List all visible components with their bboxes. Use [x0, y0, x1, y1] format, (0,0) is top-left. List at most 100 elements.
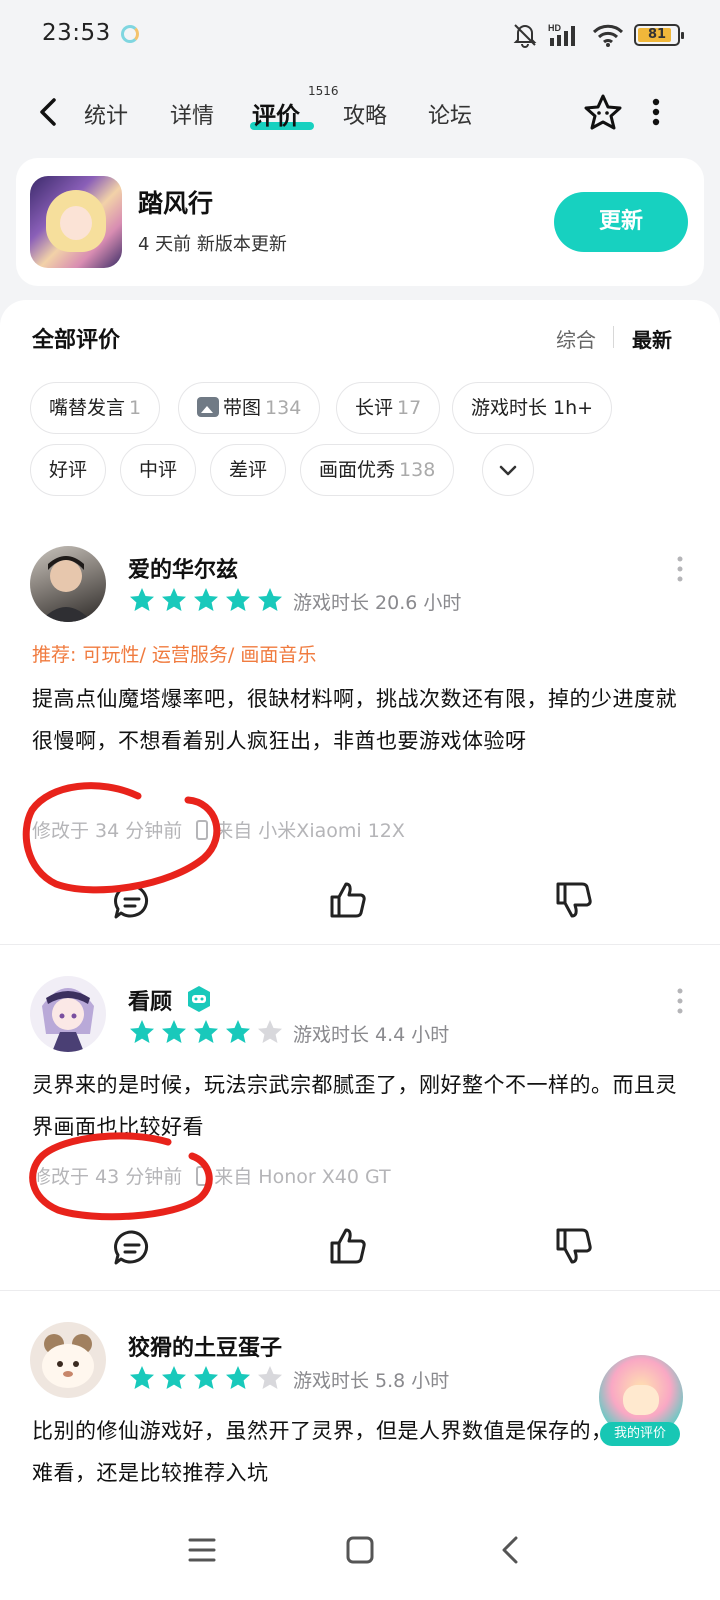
star-icon: [258, 1366, 282, 1389]
recommend-tags: 推荐: 可玩性/ 运营服务/ 画面音乐: [32, 644, 317, 666]
review-text[interactable]: 比别的修仙游戏好，虽然开了灵界，但是人界数值是保存的，吃相不难看，还是比较推荐入…: [32, 1410, 692, 1494]
filter-chip-playtime[interactable]: 游戏时长 1h+: [452, 382, 613, 434]
review-author[interactable]: 爱的华尔兹: [128, 552, 238, 584]
avatar[interactable]: [30, 546, 106, 622]
more-vertical-icon[interactable]: [648, 96, 664, 128]
app-update-info: 4 天前 新版本更新: [138, 234, 287, 255]
star-icon: [226, 588, 250, 611]
game-badge-icon: [188, 986, 210, 1012]
chip-label: 中评: [139, 459, 178, 481]
tab-stats[interactable]: 统计: [84, 98, 128, 130]
chip-count: 17: [397, 397, 422, 419]
chip-label: 好评: [49, 459, 88, 481]
chip-label: 差评: [229, 459, 268, 481]
filter-chip-graphics[interactable]: 画面优秀 138: [300, 444, 455, 496]
thumb-up-icon[interactable]: [328, 1226, 368, 1266]
phone-icon: [196, 820, 209, 840]
status-time: 23:53: [42, 20, 111, 46]
wifi-icon: [592, 24, 624, 47]
star-icon: [162, 1020, 186, 1043]
favorite-star-icon[interactable]: [582, 92, 624, 134]
star-icon: [162, 588, 186, 611]
thumb-down-icon[interactable]: [554, 880, 594, 920]
avatar-image: [42, 1334, 94, 1388]
tab-guides[interactable]: 攻略: [343, 98, 387, 130]
expand-filters-button[interactable]: [482, 444, 534, 496]
star-icon: [130, 1020, 154, 1043]
back-nav-icon[interactable]: [492, 1530, 532, 1570]
star-icon: [226, 1020, 250, 1043]
play-time: 游戏时长 5.8 小时: [293, 1370, 450, 1392]
thumb-down-icon[interactable]: [554, 1226, 594, 1266]
filter-chip-highlight[interactable]: 嘴替发言 1: [30, 382, 161, 434]
chip-count: 1: [129, 397, 142, 419]
filter-chip-with-images[interactable]: 带图 134: [178, 382, 321, 434]
app-card: 踏风行 4 天前 新版本更新 更新: [16, 158, 704, 286]
chip-count: 138: [399, 459, 436, 481]
home-icon[interactable]: [340, 1530, 380, 1570]
back-icon[interactable]: [32, 94, 68, 130]
star-rating: [128, 1364, 284, 1392]
tab-forum[interactable]: 论坛: [428, 98, 472, 130]
reviews-title: 全部评价: [32, 328, 121, 353]
review-text[interactable]: 灵界来的是时候，玩法宗武宗都腻歪了，刚好整个不一样的。而且灵界画面也比较好看: [32, 1064, 692, 1148]
star-rating: [128, 1018, 284, 1046]
chip-label: 长评: [355, 397, 394, 419]
network-label: HD: [548, 23, 561, 33]
device-info: 来自 小米Xiaomi 12X: [214, 820, 405, 842]
chip-label: 嘴替发言: [49, 397, 126, 419]
avatar[interactable]: [30, 1322, 106, 1398]
image-icon: [197, 397, 219, 417]
fab-mascot: [623, 1385, 659, 1415]
mute-bell-icon: [513, 24, 537, 48]
phone-icon: [196, 1166, 209, 1186]
comment-icon[interactable]: [112, 882, 152, 922]
star-icon: [258, 1020, 282, 1043]
tab-reviews[interactable]: 评价: [252, 96, 300, 131]
review-divider: [0, 1290, 720, 1291]
chip-label: 带图: [223, 397, 262, 419]
review-author[interactable]: 狡猾的土豆蛋子: [128, 1330, 282, 1362]
tab-details[interactable]: 详情: [170, 98, 214, 130]
review-card: 看顾 游戏时长 4.4 小时 灵界来的是时候，玩法宗武宗都腻歪了，刚好整个不一样…: [0, 976, 720, 1306]
filter-chip-neutral[interactable]: 中评: [120, 444, 197, 496]
filter-chip-positive[interactable]: 好评: [30, 444, 107, 496]
avatar-image: [42, 988, 94, 1052]
status-icons: HD 81: [512, 20, 684, 50]
my-review-label[interactable]: 我的评价: [600, 1422, 680, 1446]
chip-count: 134: [265, 397, 302, 419]
battery-level: 81: [647, 27, 667, 42]
review-author[interactable]: 看顾: [128, 984, 172, 1016]
update-button[interactable]: 更新: [554, 192, 688, 252]
star-icon: [130, 588, 154, 611]
menu-icon[interactable]: [182, 1530, 222, 1570]
sort-option-latest[interactable]: 最新: [632, 324, 672, 353]
avatar[interactable]: [30, 976, 106, 1052]
review-more-icon[interactable]: [676, 988, 684, 1014]
star-icon: [194, 588, 218, 611]
system-nav-bar: [0, 1500, 720, 1600]
thumb-up-icon[interactable]: [328, 880, 368, 920]
star-rating: [128, 586, 284, 614]
play-time: 游戏时长 4.4 小时: [293, 1024, 450, 1046]
modified-time: 修改于 34 分钟前: [32, 820, 183, 842]
reviews-panel: 全部评价 综合 最新 嘴替发言 1 带图 134 长评 17 游戏时长 1h+ 好评 …: [0, 300, 720, 1530]
star-icon: [162, 1366, 186, 1389]
app-name: 踏风行: [138, 189, 214, 218]
star-icon: [258, 588, 282, 611]
filter-chip-long-review[interactable]: 长评 17: [336, 382, 441, 434]
star-icon: [194, 1366, 218, 1389]
review-text[interactable]: 提高点仙魔塔爆率吧，很缺材料啊，挑战次数还有限，掉的少进度就很慢啊，不想看着别人…: [32, 678, 692, 762]
filter-chip-negative[interactable]: 差评: [210, 444, 287, 496]
star-icon: [226, 1366, 250, 1389]
app-icon[interactable]: [30, 176, 122, 268]
status-bar: 23:53 HD 81: [0, 0, 720, 70]
sort-option-overall[interactable]: 综合: [556, 324, 596, 353]
app-notification-icon: [121, 25, 139, 43]
signal-icon: HD: [548, 23, 575, 46]
top-navigation: 统计 详情 评价 1516 攻略 论坛: [0, 80, 720, 152]
comment-icon[interactable]: [112, 1228, 152, 1268]
review-more-icon[interactable]: [676, 556, 684, 582]
review-meta: 修改于 34 分钟前 来自 小米Xiaomi 12X: [32, 816, 405, 843]
play-time: 游戏时长 20.6 小时: [293, 592, 462, 614]
